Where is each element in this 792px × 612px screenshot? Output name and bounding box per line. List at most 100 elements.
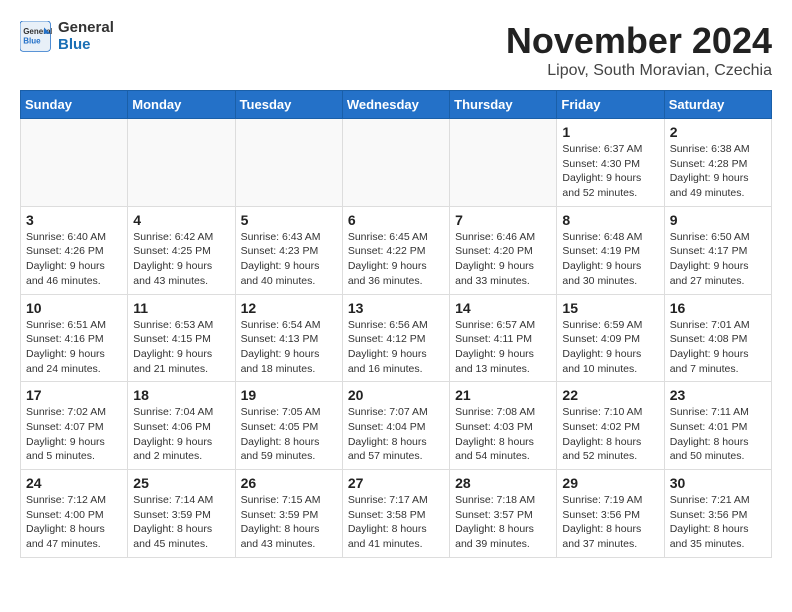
- calendar-cell: 27 Sunrise: 7:17 AMSunset: 3:58 PMDayligh…: [342, 470, 449, 558]
- calendar-week-3: 17 Sunrise: 7:02 AMSunset: 4:07 PMDayligh…: [21, 382, 772, 470]
- calendar-cell: 5Sunrise: 6:43 AMSunset: 4:23 PMDaylight…: [235, 206, 342, 294]
- day-number: 24: [26, 475, 122, 491]
- calendar-cell: 16 Sunrise: 7:01 AMSunset: 4:08 PMDayligh…: [664, 294, 771, 382]
- calendar-cell: 7 Sunrise: 6:46 AMSunset: 4:20 PMDaylight…: [450, 206, 557, 294]
- calendar-cell: 18 Sunrise: 7:04 AMSunset: 4:06 PMDayligh…: [128, 382, 235, 470]
- day-info: Sunrise: 6:57 AMSunset: 4:11 PMDaylight:…: [455, 318, 551, 377]
- day-number: 19: [241, 387, 337, 403]
- calendar-week-2: 10 Sunrise: 6:51 AMSunset: 4:16 PMDayligh…: [21, 294, 772, 382]
- day-number: 7: [455, 212, 551, 228]
- day-number: 6: [348, 212, 444, 228]
- day-info: Sunrise: 7:04 AMSunset: 4:06 PMDaylight:…: [133, 405, 229, 464]
- calendar-cell: 20 Sunrise: 7:07 AMSunset: 4:04 PMDayligh…: [342, 382, 449, 470]
- day-number: 8: [562, 212, 658, 228]
- calendar-cell: 3 Sunrise: 6:40 AMSunset: 4:26 PMDaylight…: [21, 206, 128, 294]
- calendar-cell: 1Sunrise: 6:37 AMSunset: 4:30 PMDaylight…: [557, 119, 664, 207]
- day-number: 16: [670, 300, 766, 316]
- day-number: 13: [348, 300, 444, 316]
- day-info: Sunrise: 6:56 AMSunset: 4:12 PMDaylight:…: [348, 318, 444, 377]
- day-info: Sunrise: 7:05 AMSunset: 4:05 PMDaylight:…: [241, 405, 337, 464]
- calendar-cell: [235, 119, 342, 207]
- calendar-cell: 4 Sunrise: 6:42 AMSunset: 4:25 PMDaylight…: [128, 206, 235, 294]
- calendar-cell: 11 Sunrise: 6:53 AMSunset: 4:15 PMDayligh…: [128, 294, 235, 382]
- day-number: 20: [348, 387, 444, 403]
- day-info: Sunrise: 6:50 AMSunset: 4:17 PMDaylight:…: [670, 230, 766, 289]
- calendar-header-row: SundayMondayTuesdayWednesdayThursdayFrid…: [21, 91, 772, 119]
- calendar-cell: 22Sunrise: 7:10 AMSunset: 4:02 PMDayligh…: [557, 382, 664, 470]
- day-info: Sunrise: 7:18 AMSunset: 3:57 PMDaylight:…: [455, 493, 551, 552]
- day-number: 4: [133, 212, 229, 228]
- day-info: Sunrise: 7:17 AMSunset: 3:58 PMDaylight:…: [348, 493, 444, 552]
- day-number: 29: [562, 475, 658, 491]
- calendar-cell: 10 Sunrise: 6:51 AMSunset: 4:16 PMDayligh…: [21, 294, 128, 382]
- day-number: 17: [26, 387, 122, 403]
- day-number: 26: [241, 475, 337, 491]
- day-info: Sunrise: 7:08 AMSunset: 4:03 PMDaylight:…: [455, 405, 551, 464]
- calendar-cell: 29 Sunrise: 7:19 AMSunset: 3:56 PMDayligh…: [557, 470, 664, 558]
- day-info: Sunrise: 7:21 AMSunset: 3:56 PMDaylight:…: [670, 493, 766, 552]
- day-number: 30: [670, 475, 766, 491]
- day-number: 25: [133, 475, 229, 491]
- calendar-cell: 30 Sunrise: 7:21 AMSunset: 3:56 PMDayligh…: [664, 470, 771, 558]
- header-saturday: Saturday: [664, 91, 771, 119]
- header-monday: Monday: [128, 91, 235, 119]
- calendar-cell: 2Sunrise: 6:38 AMSunset: 4:28 PMDaylight…: [664, 119, 771, 207]
- day-info: Sunrise: 6:51 AMSunset: 4:16 PMDaylight:…: [26, 318, 122, 377]
- day-number: 18: [133, 387, 229, 403]
- calendar-week-4: 24 Sunrise: 7:12 AMSunset: 4:00 PMDayligh…: [21, 470, 772, 558]
- calendar-cell: 17 Sunrise: 7:02 AMSunset: 4:07 PMDayligh…: [21, 382, 128, 470]
- day-number: 21: [455, 387, 551, 403]
- calendar-cell: 26 Sunrise: 7:15 AMSunset: 3:59 PMDayligh…: [235, 470, 342, 558]
- day-info: Sunrise: 7:12 AMSunset: 4:00 PMDaylight:…: [26, 493, 122, 552]
- day-info: Sunrise: 6:42 AMSunset: 4:25 PMDaylight:…: [133, 230, 229, 289]
- day-number: 11: [133, 300, 229, 316]
- logo-blue-text: Blue: [58, 37, 114, 54]
- day-info: Sunrise: 7:19 AMSunset: 3:56 PMDaylight:…: [562, 493, 658, 552]
- day-number: 27: [348, 475, 444, 491]
- calendar-table: SundayMondayTuesdayWednesdayThursdayFrid…: [20, 90, 772, 558]
- day-number: 2: [670, 124, 766, 140]
- header-wednesday: Wednesday: [342, 91, 449, 119]
- header-tuesday: Tuesday: [235, 91, 342, 119]
- calendar-cell: [450, 119, 557, 207]
- day-number: 28: [455, 475, 551, 491]
- calendar-cell: 9 Sunrise: 6:50 AMSunset: 4:17 PMDaylight…: [664, 206, 771, 294]
- calendar-cell: 25 Sunrise: 7:14 AMSunset: 3:59 PMDayligh…: [128, 470, 235, 558]
- calendar-week-1: 3 Sunrise: 6:40 AMSunset: 4:26 PMDaylight…: [21, 206, 772, 294]
- calendar-title: November 2024: [506, 20, 772, 62]
- day-number: 9: [670, 212, 766, 228]
- logo-icon: General Blue: [20, 21, 52, 53]
- day-number: 3: [26, 212, 122, 228]
- calendar-week-0: 1Sunrise: 6:37 AMSunset: 4:30 PMDaylight…: [21, 119, 772, 207]
- header-friday: Friday: [557, 91, 664, 119]
- title-area: November 2024 Lipov, South Moravian, Cze…: [506, 20, 772, 80]
- day-info: Sunrise: 6:46 AMSunset: 4:20 PMDaylight:…: [455, 230, 551, 289]
- day-info: Sunrise: 7:01 AMSunset: 4:08 PMDaylight:…: [670, 318, 766, 377]
- calendar-cell: 6Sunrise: 6:45 AMSunset: 4:22 PMDaylight…: [342, 206, 449, 294]
- day-number: 12: [241, 300, 337, 316]
- day-info: Sunrise: 6:40 AMSunset: 4:26 PMDaylight:…: [26, 230, 122, 289]
- calendar-cell: 13 Sunrise: 6:56 AMSunset: 4:12 PMDayligh…: [342, 294, 449, 382]
- calendar-cell: [128, 119, 235, 207]
- day-number: 22: [562, 387, 658, 403]
- calendar-cell: 8 Sunrise: 6:48 AMSunset: 4:19 PMDaylight…: [557, 206, 664, 294]
- day-info: Sunrise: 7:11 AMSunset: 4:01 PMDaylight:…: [670, 405, 766, 464]
- day-number: 5: [241, 212, 337, 228]
- calendar-cell: 21 Sunrise: 7:08 AMSunset: 4:03 PMDayligh…: [450, 382, 557, 470]
- logo-general-text: General: [58, 20, 114, 37]
- calendar-subtitle: Lipov, South Moravian, Czechia: [506, 62, 772, 80]
- calendar-cell: 14Sunrise: 6:57 AMSunset: 4:11 PMDayligh…: [450, 294, 557, 382]
- day-info: Sunrise: 6:53 AMSunset: 4:15 PMDaylight:…: [133, 318, 229, 377]
- svg-text:Blue: Blue: [23, 36, 41, 45]
- day-info: Sunrise: 7:15 AMSunset: 3:59 PMDaylight:…: [241, 493, 337, 552]
- day-info: Sunrise: 7:07 AMSunset: 4:04 PMDaylight:…: [348, 405, 444, 464]
- day-number: 15: [562, 300, 658, 316]
- day-info: Sunrise: 7:02 AMSunset: 4:07 PMDaylight:…: [26, 405, 122, 464]
- day-info: Sunrise: 7:14 AMSunset: 3:59 PMDaylight:…: [133, 493, 229, 552]
- calendar-cell: 28 Sunrise: 7:18 AMSunset: 3:57 PMDayligh…: [450, 470, 557, 558]
- day-info: Sunrise: 6:48 AMSunset: 4:19 PMDaylight:…: [562, 230, 658, 289]
- day-number: 10: [26, 300, 122, 316]
- day-info: Sunrise: 6:54 AMSunset: 4:13 PMDaylight:…: [241, 318, 337, 377]
- calendar-cell: 23Sunrise: 7:11 AMSunset: 4:01 PMDayligh…: [664, 382, 771, 470]
- calendar-cell: 15Sunrise: 6:59 AMSunset: 4:09 PMDayligh…: [557, 294, 664, 382]
